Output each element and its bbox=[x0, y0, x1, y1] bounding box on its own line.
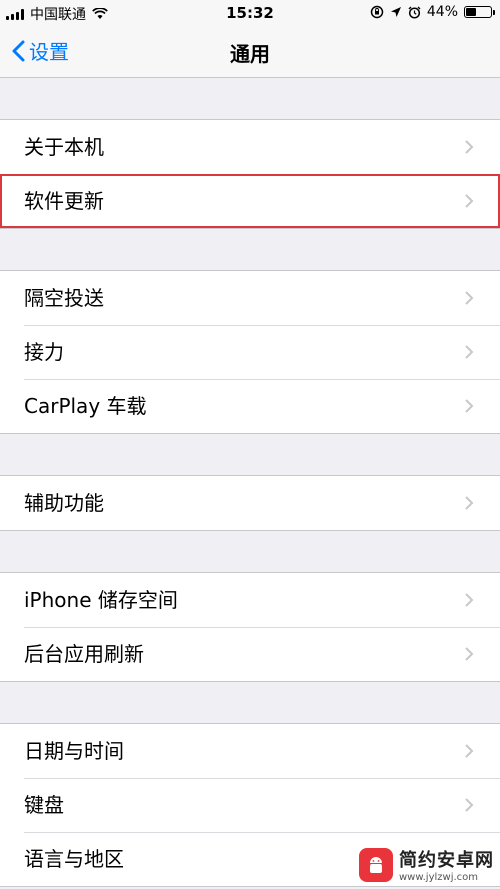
row-label: 接力 bbox=[24, 340, 64, 364]
chevron-right-icon bbox=[465, 140, 474, 154]
settings-group-continuity: 隔空投送 接力 CarPlay 车载 bbox=[0, 270, 500, 434]
chevron-right-icon bbox=[465, 496, 474, 510]
chevron-right-icon bbox=[465, 345, 474, 359]
chevron-right-icon bbox=[465, 593, 474, 607]
android-logo-icon bbox=[359, 847, 393, 882]
row-date-time[interactable]: 日期与时间 bbox=[0, 724, 500, 778]
navigation-bar: 设置 通用 bbox=[0, 26, 500, 78]
row-iphone-storage[interactable]: iPhone 储存空间 bbox=[0, 573, 500, 627]
row-airdrop[interactable]: 隔空投送 bbox=[0, 271, 500, 325]
row-label: 辅助功能 bbox=[24, 491, 104, 515]
battery-fill bbox=[466, 8, 476, 16]
watermark: 简约安卓网 www.jylzwj.com bbox=[359, 846, 494, 883]
chevron-right-icon bbox=[465, 291, 474, 305]
watermark-url: www.jylzwj.com bbox=[399, 872, 479, 883]
row-label: 日期与时间 bbox=[24, 739, 124, 763]
battery-percent: 44% bbox=[426, 4, 458, 20]
chevron-right-icon bbox=[465, 744, 474, 758]
location-icon bbox=[390, 7, 401, 17]
chevron-right-icon bbox=[465, 798, 474, 812]
row-label: 键盘 bbox=[24, 793, 64, 817]
row-keyboard[interactable]: 键盘 bbox=[0, 778, 500, 832]
settings-group-accessibility: 辅助功能 bbox=[0, 475, 500, 531]
watermark-name: 简约安卓网 bbox=[399, 850, 494, 871]
settings-group-storage: iPhone 储存空间 后台应用刷新 bbox=[0, 572, 500, 682]
row-label: CarPlay 车载 bbox=[24, 394, 147, 418]
row-handoff[interactable]: 接力 bbox=[0, 325, 500, 379]
row-background-app-refresh[interactable]: 后台应用刷新 bbox=[0, 627, 500, 681]
row-label: 隔空投送 bbox=[24, 286, 104, 310]
row-label: 软件更新 bbox=[24, 189, 104, 213]
chevron-right-icon bbox=[465, 647, 474, 661]
alarm-icon bbox=[408, 6, 421, 19]
rotation-lock-icon bbox=[370, 5, 384, 19]
row-software-update[interactable]: 软件更新 bbox=[0, 174, 500, 228]
row-accessibility[interactable]: 辅助功能 bbox=[0, 476, 500, 530]
row-label: 关于本机 bbox=[24, 135, 104, 159]
settings-group-about: 关于本机 软件更新 bbox=[0, 119, 500, 229]
row-label: iPhone 储存空间 bbox=[24, 588, 178, 612]
status-bar-right: 44% bbox=[370, 4, 495, 20]
row-about[interactable]: 关于本机 bbox=[0, 120, 500, 174]
battery-icon bbox=[464, 6, 495, 18]
page-title: 通用 bbox=[230, 42, 270, 66]
chevron-right-icon bbox=[465, 194, 474, 208]
row-label: 语言与地区 bbox=[24, 847, 124, 871]
row-label: 后台应用刷新 bbox=[24, 642, 144, 666]
row-carplay[interactable]: CarPlay 车载 bbox=[0, 379, 500, 433]
status-bar: 中国联通 15:32 44% bbox=[0, 0, 500, 26]
chevron-right-icon bbox=[465, 399, 474, 413]
